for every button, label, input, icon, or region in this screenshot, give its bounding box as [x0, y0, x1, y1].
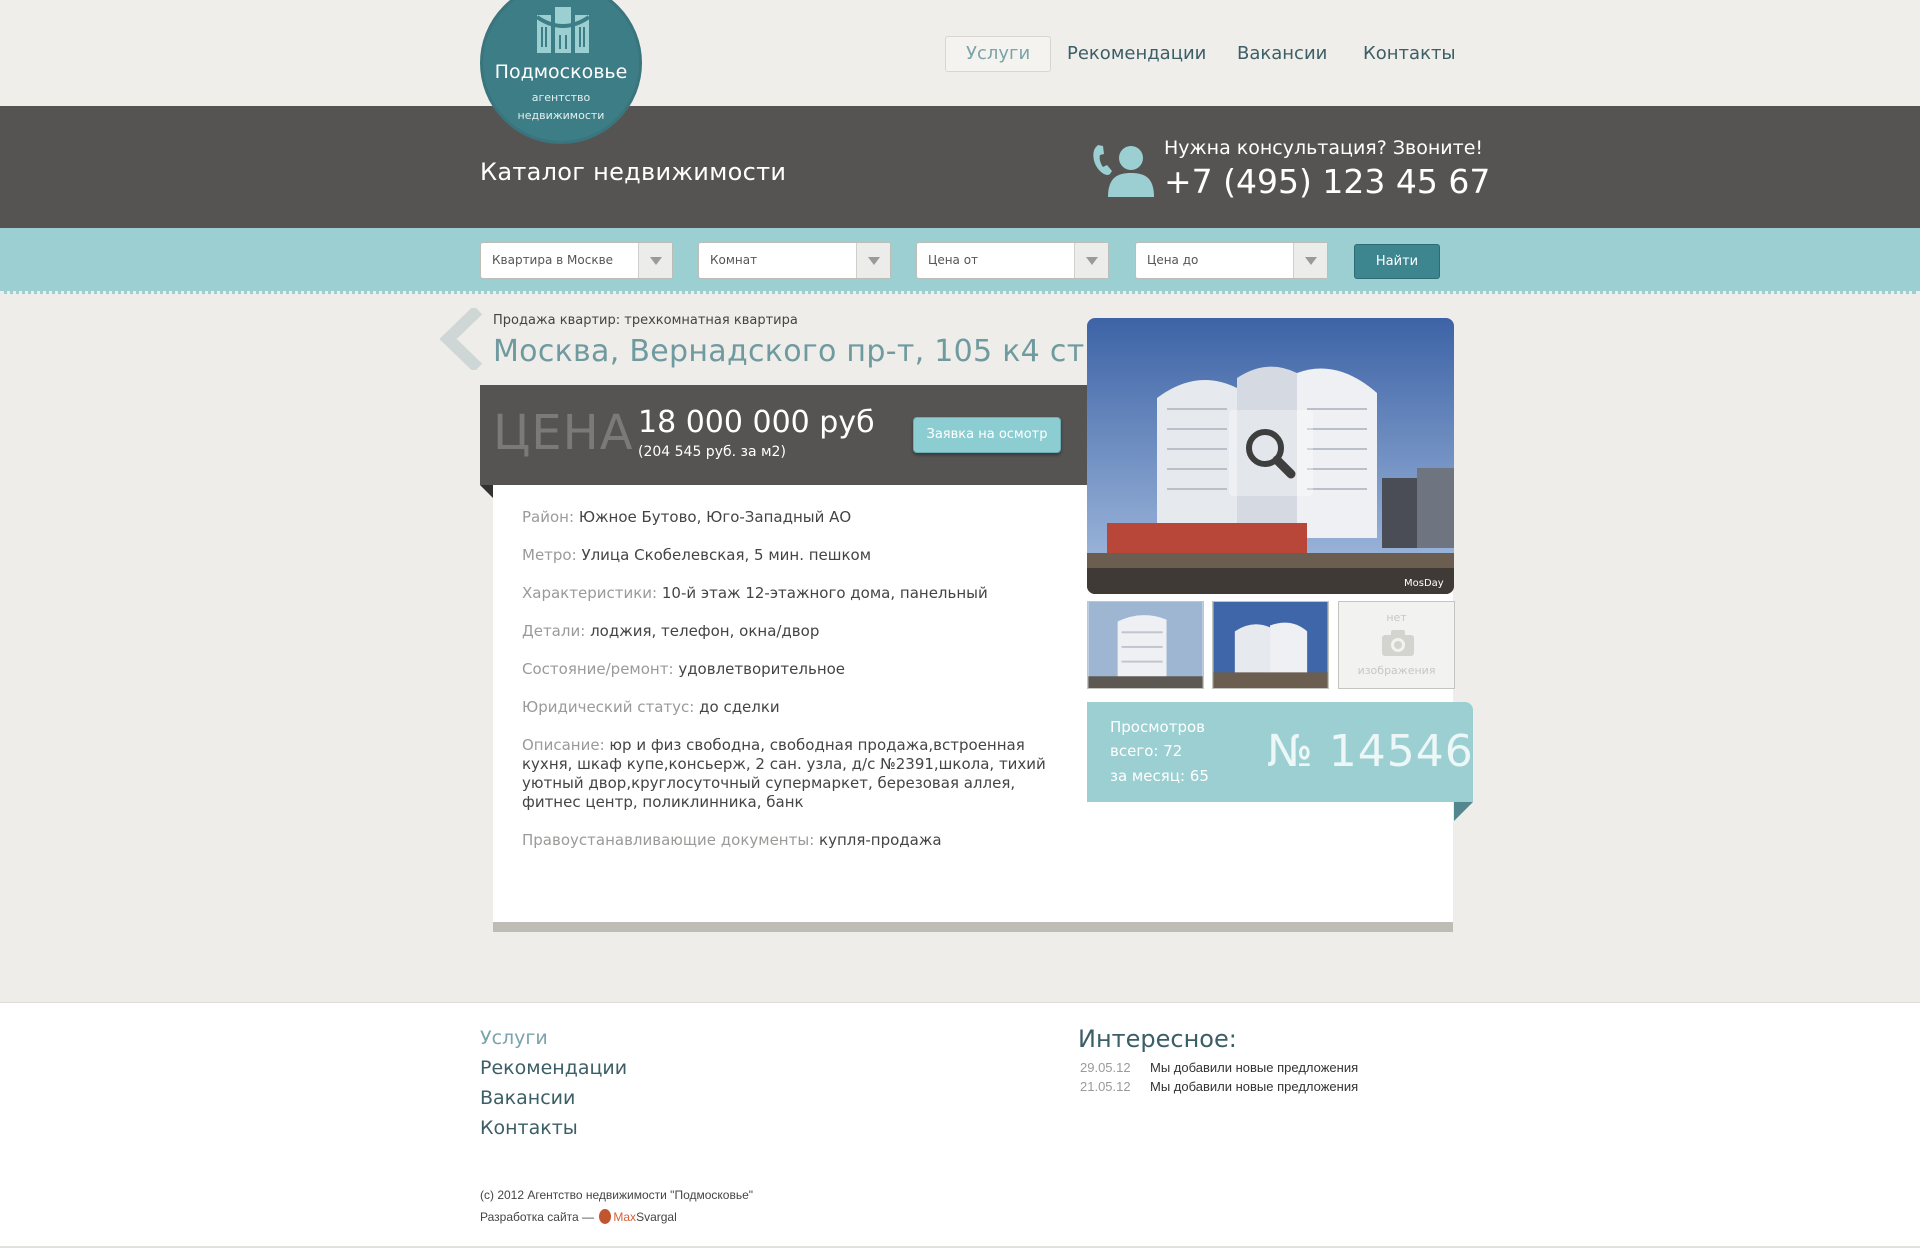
developer-logo-icon — [599, 1209, 612, 1224]
developer-link[interactable]: Svargal — [636, 1210, 677, 1224]
property-label: Описание: — [522, 736, 605, 754]
views-label: Просмотров — [1110, 718, 1205, 736]
property-label: Район: — [522, 508, 575, 526]
news-date: 29.05.12 — [1080, 1060, 1131, 1075]
price-label: ЦЕНА — [493, 405, 634, 461]
logo-name: Подмосковье — [494, 61, 628, 83]
thumbnail[interactable] — [1212, 601, 1329, 689]
chevron-down-icon[interactable] — [1293, 243, 1327, 278]
footer-nav-recommendations[interactable]: Рекомендации — [480, 1057, 627, 1079]
footer-nav-vacancies[interactable]: Вакансии — [480, 1087, 575, 1109]
property-value: удовлетворительное — [678, 660, 846, 678]
footer-nav-services[interactable]: Услуги — [480, 1027, 548, 1049]
chevron-down-icon[interactable] — [638, 243, 672, 278]
property-label: Метро: — [522, 546, 577, 564]
listing-number: № 14546 — [1267, 726, 1474, 777]
header-band — [0, 106, 1920, 228]
copyright: (c) 2012 Агентство недвижимости "Подмоск… — [480, 1188, 754, 1202]
price-to-value: Цена до — [1147, 253, 1199, 267]
card-bottom-border — [493, 922, 1453, 932]
chevron-down-icon[interactable] — [856, 243, 890, 278]
interesting-title: Интересное: — [1078, 1025, 1237, 1053]
property-row: Описание: юр и физ свободна, свободная п… — [522, 736, 1052, 812]
price-panel-fold — [480, 485, 493, 498]
property-row: Правоустанавливающие документы: купля-пр… — [522, 831, 1052, 850]
stats-panel-fold — [1454, 802, 1473, 821]
back-arrow-icon[interactable] — [440, 308, 484, 370]
property-value: Улица Скобелевская, 5 мин. пешком — [581, 546, 872, 564]
property-label: Юридический статус: — [522, 698, 695, 716]
property-value: 10-й этаж 12-этажного дома, панельный — [661, 584, 988, 602]
magnifier-icon — [1246, 429, 1296, 479]
zoom-overlay[interactable] — [1229, 410, 1313, 496]
logo-buildings-icon — [535, 7, 591, 53]
no-image-text: нет — [1386, 611, 1407, 624]
developer-prefix: Разработка сайта — — [480, 1210, 595, 1224]
price-to-select[interactable]: Цена до — [1135, 242, 1328, 279]
news-link[interactable]: Мы добавили новые предложения — [1150, 1079, 1358, 1094]
news-link[interactable]: Мы добавили новые предложения — [1150, 1060, 1358, 1075]
property-row: Юридический статус: до сделки — [522, 698, 1052, 717]
developer-credit: Разработка сайта — MaxSvargal — [480, 1209, 677, 1224]
property-label: Детали: — [522, 622, 586, 640]
catalog-title: Каталог недвижимости — [480, 158, 787, 186]
logo-subtitle: агентство — [531, 91, 591, 104]
property-value: лоджия, телефон, окна/двор — [590, 622, 820, 640]
price-value: 18 000 000 руб — [638, 405, 875, 440]
property-row: Состояние/ремонт: удовлетворительное — [522, 660, 1052, 679]
property-label: Состояние/ремонт: — [522, 660, 674, 678]
consultant-phone-icon — [1093, 145, 1154, 197]
photo-credit: MosDay — [1404, 578, 1444, 589]
thumbnail[interactable] — [1087, 601, 1204, 689]
rooms-value: Комнат — [710, 253, 758, 267]
chevron-down-icon[interactable] — [1074, 243, 1108, 278]
developer-link[interactable]: Max — [613, 1210, 636, 1224]
property-value: до сделки — [699, 698, 780, 716]
nav-item-recommendations[interactable]: Рекомендации — [1046, 36, 1227, 72]
view-request-button[interactable]: Заявка на осмотр — [913, 417, 1061, 453]
property-row: Метро: Улица Скобелевская, 5 мин. пешком — [522, 546, 1052, 565]
news-date: 21.05.12 — [1080, 1079, 1131, 1094]
consultation-text: Нужна консультация? Звоните! — [1164, 137, 1484, 159]
views-month: за месяц: 65 — [1110, 767, 1209, 785]
price-from-select[interactable]: Цена от — [916, 242, 1109, 279]
footer — [0, 1002, 1920, 1248]
find-button[interactable]: Найти — [1354, 244, 1440, 279]
property-row: Район: Южное Бутово, Юго-Западный АО — [522, 508, 1052, 527]
views-total: всего: 72 — [1110, 742, 1183, 760]
camera-icon — [1382, 630, 1414, 656]
property-type-select[interactable]: Квартира в Москве — [480, 242, 673, 279]
footer-nav-contacts[interactable]: Контакты — [480, 1117, 578, 1139]
property-value: купля-продажа — [819, 831, 942, 849]
property-row: Детали: лоджия, телефон, окна/двор — [522, 622, 1052, 641]
logo-subtitle: недвижимости — [517, 109, 605, 122]
breadcrumb: Продажа квартир: трехкомнатная квартира — [493, 313, 798, 328]
nav-item-contacts[interactable]: Контакты — [1342, 36, 1477, 72]
page-title: Москва, Вернадского пр-т, 105 к4 стр1 — [493, 334, 1124, 369]
rooms-select[interactable]: Комнат — [698, 242, 891, 279]
price-per-m2: (204 545 руб. за м2) — [638, 444, 786, 460]
property-label: Характеристики: — [522, 584, 658, 602]
no-image-text: изображения — [1357, 664, 1436, 677]
property-label: Правоустанавливающие документы: — [522, 831, 815, 849]
phone-number[interactable]: +7 (495) 123 45 67 — [1164, 162, 1490, 201]
property-type-value: Квартира в Москве — [492, 253, 614, 267]
nav-item-services[interactable]: Услуги — [945, 36, 1052, 72]
price-from-value: Цена от — [928, 253, 979, 267]
property-value: Южное Бутово, Юго-Западный АО — [578, 508, 852, 526]
nav-item-vacancies[interactable]: Вакансии — [1216, 36, 1348, 72]
property-row: Характеристики: 10-й этаж 12-этажного до… — [522, 584, 1052, 603]
